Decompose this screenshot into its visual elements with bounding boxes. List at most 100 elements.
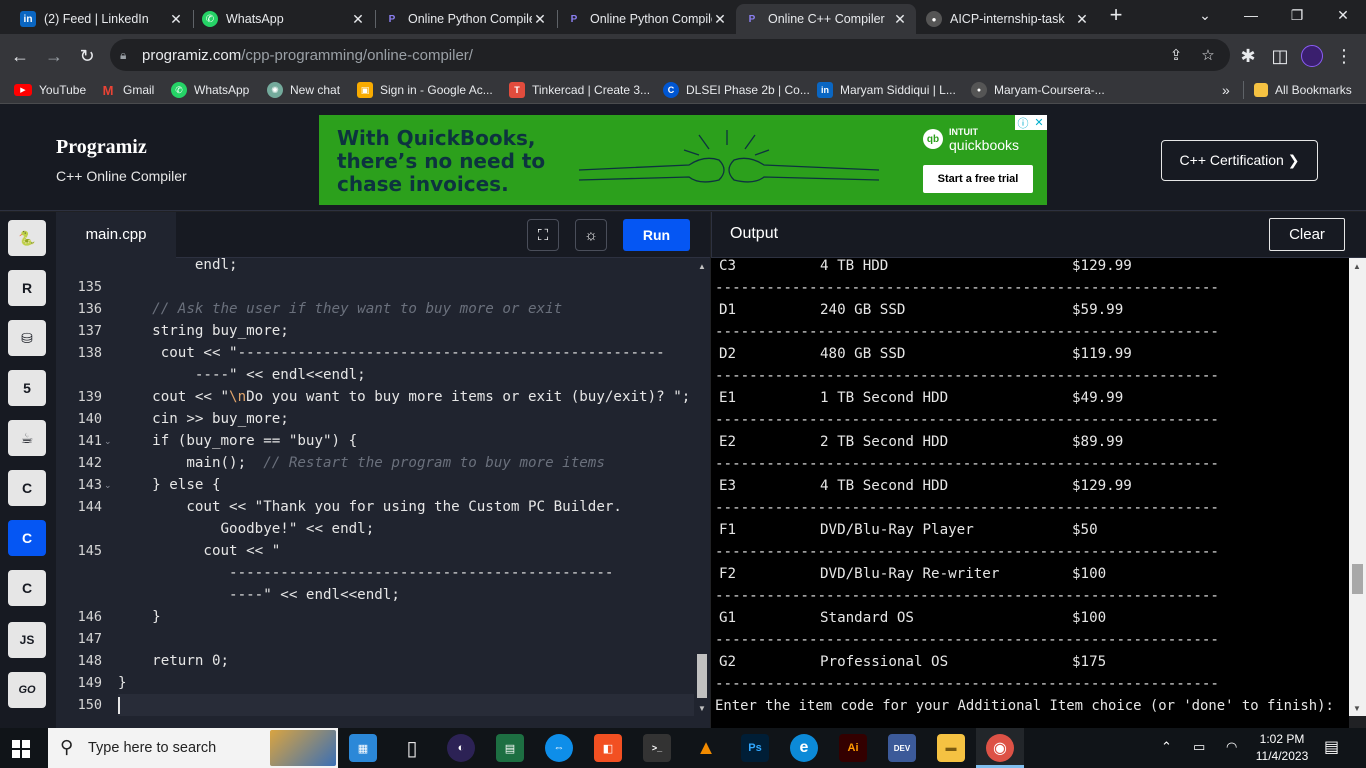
javascript-icon[interactable]: JS	[8, 622, 46, 658]
office-icon[interactable]: ◧	[594, 734, 622, 762]
close-icon[interactable]: ✕	[532, 11, 548, 28]
terminal-icon[interactable]: >_	[643, 734, 671, 762]
code-line: return 0;	[118, 653, 230, 669]
scroll-up-icon[interactable]: ▲	[1352, 262, 1362, 271]
editor-horizontal-scrollbar[interactable]	[56, 716, 710, 728]
tab-github[interactable]: ● AICP-internship-task ✕	[918, 4, 1098, 34]
programiz-logo[interactable]: Programiz	[56, 136, 147, 159]
close-icon[interactable]: ✕	[712, 11, 728, 28]
close-icon[interactable]: ✕	[892, 11, 908, 28]
code-editor[interactable]: 135 136 137 138 139 140 141 ⌄ 142 143 ⌄ …	[56, 258, 694, 728]
tab-linkedin[interactable]: in (2) Feed | LinkedIn ✕	[12, 4, 192, 34]
taskbar-search-box[interactable]: ⚲ Type here to search	[48, 728, 338, 768]
eclipse-icon[interactable]: ◐	[447, 734, 475, 762]
cpp-certification-button[interactable]: C++ Certification ❯	[1161, 140, 1318, 181]
code-line: cout << "\nDo you want to buy more items…	[118, 389, 691, 405]
ad-cta-button[interactable]: Start a free trial	[923, 165, 1033, 193]
linkedin-icon: in	[817, 82, 833, 98]
r-icon[interactable]: R	[8, 270, 46, 306]
scroll-down-icon[interactable]: ▼	[697, 704, 707, 713]
csharp-icon[interactable]: C	[8, 570, 46, 606]
fullscreen-icon[interactable]: ⛶	[527, 219, 559, 251]
theme-toggle-icon[interactable]: ☼	[575, 219, 607, 251]
close-icon[interactable]: ✕	[350, 11, 366, 28]
bookmark-tinkercad[interactable]: T Tinkercad | Create 3...	[509, 81, 650, 99]
sql-icon[interactable]: ⛁	[8, 320, 46, 356]
excel-chart-icon[interactable]: ▤	[496, 734, 524, 762]
bookmark-github-repo[interactable]: ● Maryam-Coursera-...	[971, 81, 1105, 99]
bookmark-gmail[interactable]: M Gmail	[100, 81, 155, 99]
close-window-icon[interactable]: ✕	[1320, 0, 1366, 30]
bookmark-star-icon[interactable]: ☆	[1196, 43, 1220, 67]
ad-info-icon[interactable]: ⓘ	[1015, 115, 1031, 130]
clock-date[interactable]: 11/4/2023	[1251, 749, 1313, 763]
edge-icon[interactable]: e	[790, 734, 818, 762]
editor-scrollbar-thumb[interactable]	[697, 654, 707, 698]
share-icon[interactable]: ⇪	[1164, 43, 1188, 67]
tray-expand-icon[interactable]: ⌃	[1161, 739, 1172, 755]
bookmark-youtube[interactable]: ▶ YouTube	[14, 81, 86, 99]
bookmark-whatsapp[interactable]: ✆ WhatsApp	[171, 81, 249, 99]
output-scrollbar-thumb[interactable]	[1352, 564, 1363, 594]
code-content[interactable]: endl; // Ask the user if they want to bu…	[118, 258, 694, 728]
clock-time[interactable]: 1:02 PM	[1255, 732, 1309, 746]
close-icon[interactable]: ✕	[168, 11, 184, 28]
ad-choices[interactable]: ⓘ ✕	[1015, 115, 1047, 130]
c-icon[interactable]: C	[8, 470, 46, 506]
output-scrollbar[interactable]: ▲ ▼	[1349, 258, 1366, 716]
back-icon[interactable]: ←	[6, 42, 34, 70]
bookmark-new-chat[interactable]: ✺ New chat	[267, 81, 340, 99]
bookmark-label: Tinkercad | Create 3...	[532, 83, 651, 97]
bookmarks-overflow-icon[interactable]: »	[1222, 81, 1230, 99]
illustrator-icon[interactable]: Ai	[839, 734, 867, 762]
all-bookmarks[interactable]: All Bookmarks	[1254, 81, 1352, 99]
profile-avatar[interactable]	[1298, 42, 1326, 70]
fold-chevron-icon[interactable]: ⌄	[104, 430, 112, 452]
address-bar[interactable]: 🔒︎ programiz.com/cpp-programming/online-…	[110, 39, 1230, 71]
more-menu-icon[interactable]: ⋮	[1330, 42, 1358, 70]
scroll-down-icon[interactable]: ▼	[1352, 704, 1362, 713]
code-line: ----" << endl<<endl;	[118, 587, 400, 603]
cpp-icon[interactable]: C	[8, 520, 46, 556]
windows-start-icon[interactable]	[12, 740, 30, 758]
vlc-icon[interactable]: ▲	[692, 734, 720, 762]
explorer-icon[interactable]: ▬	[937, 734, 965, 762]
extensions-icon[interactable]: ✱	[1234, 42, 1262, 70]
editor-scrollbar[interactable]: ▲ ▼	[694, 258, 710, 716]
reload-icon[interactable]: ↻	[73, 42, 101, 70]
minimize-icon[interactable]: —	[1228, 0, 1274, 30]
ad-close-icon[interactable]: ✕	[1031, 115, 1047, 130]
restore-icon[interactable]: ❐	[1274, 0, 1320, 30]
advertisement-banner[interactable]: With QuickBooks, there’s no need to chas…	[319, 115, 1047, 205]
java-icon[interactable]: ☕	[8, 420, 46, 456]
fold-chevron-icon[interactable]: ⌄	[104, 474, 112, 496]
go-icon[interactable]: GO	[8, 672, 46, 708]
scroll-up-icon[interactable]: ▲	[697, 262, 707, 271]
bookmark-google-sign-in[interactable]: ▣ Sign in - Google Ac...	[357, 81, 493, 99]
python-icon[interactable]: 🐍	[8, 220, 46, 256]
output-console[interactable]: C3 4 TB HDD $129.99 ----------------------…	[711, 258, 1349, 728]
teamviewer-icon[interactable]: ⇔	[545, 734, 573, 762]
battery-icon[interactable]: ▭	[1193, 739, 1205, 755]
file-icon[interactable]: ▯	[398, 734, 426, 762]
tab-python-compiler-1[interactable]: P Online Python Compiler ✕	[376, 4, 556, 34]
photoshop-icon[interactable]: Ps	[741, 734, 769, 762]
devcpp-icon[interactable]: DEV	[888, 734, 916, 762]
close-icon[interactable]: ✕	[1074, 11, 1090, 28]
forward-icon[interactable]: →	[40, 42, 68, 70]
tab-search-icon[interactable]: ⌄	[1182, 0, 1228, 30]
bookmark-dlsei[interactable]: C DLSEI Phase 2b | Co...	[663, 81, 810, 99]
wifi-icon[interactable]: ◠	[1226, 739, 1237, 755]
html-icon[interactable]: 5	[8, 370, 46, 406]
bookmark-linkedin-profile[interactable]: in Maryam Siddiqui | L...	[817, 81, 956, 99]
tab-whatsapp[interactable]: ✆ WhatsApp ✕	[194, 4, 374, 34]
side-panel-icon[interactable]: ◫	[1266, 42, 1294, 70]
notifications-icon[interactable]: ▤	[1324, 737, 1339, 757]
tab-python-compiler-2[interactable]: P Online Python Compiler ✕	[558, 4, 736, 34]
task-view-icon[interactable]: ▦	[349, 734, 377, 762]
clear-button[interactable]: Clear	[1269, 218, 1345, 251]
run-button[interactable]: Run	[623, 219, 690, 251]
tab-cpp-compiler[interactable]: P Online C++ Compiler ✕	[736, 4, 916, 34]
file-tab-main-cpp[interactable]: main.cpp	[56, 212, 176, 258]
new-tab-button[interactable]: +	[1096, 0, 1136, 30]
